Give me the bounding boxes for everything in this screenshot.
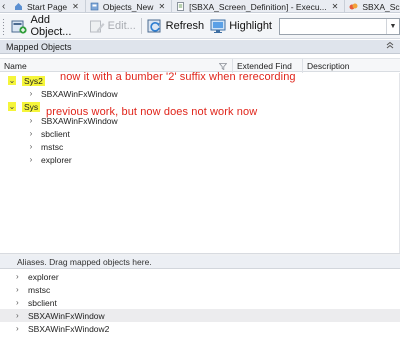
tab-screen-definition-execution[interactable]: [SBXA_Screen_Definition] - Execu... ✕ (172, 0, 346, 12)
alias-item-explorer[interactable]: › explorer (0, 270, 400, 283)
chevron-left-icon[interactable]: ‹ (2, 1, 5, 12)
add-object-button[interactable]: Add Object... (8, 14, 85, 38)
column-header-description[interactable]: Description (303, 59, 400, 73)
chevron-right-icon[interactable]: › (16, 298, 24, 307)
tree-node-label: explorer (41, 154, 72, 165)
close-icon[interactable]: ✕ (332, 2, 339, 11)
alias-item-label: SBXAWinFxWindow (28, 310, 105, 321)
chevron-down-icon[interactable]: ▼ (386, 18, 399, 34)
add-object-icon (11, 18, 28, 34)
tab-screen-definition[interactable]: SBXA_Screen_Defi (345, 0, 400, 12)
filter-icon[interactable] (218, 62, 228, 71)
tree-node-explorer[interactable]: › explorer (27, 153, 72, 166)
panel-title: Mapped Objects (6, 41, 72, 52)
tree-node-label: Sys2 (22, 75, 45, 86)
edit-icon (89, 18, 105, 34)
refresh-label: Refresh (165, 20, 205, 32)
alias-item-mstsc[interactable]: › mstsc (0, 283, 400, 296)
aliases-header: Aliases. Drag mapped objects here. (0, 256, 400, 269)
chevron-right-icon[interactable]: › (27, 142, 35, 151)
tab-objects-new[interactable]: Objects_New ✕ (86, 0, 173, 12)
tree-node-label: SBXAWinFxWindow (41, 88, 118, 99)
tree-node-sys2-sbxawinfxwindow[interactable]: › SBXAWinFxWindow (27, 87, 118, 100)
alias-item-sbxawinfxwindow[interactable]: › SBXAWinFxWindow (0, 309, 400, 322)
close-icon[interactable]: ✕ (158, 2, 165, 11)
tree-node-sys[interactable]: ⌄ Sys (8, 100, 41, 113)
highlight-button[interactable]: Highlight (207, 16, 275, 36)
tree-node-label: sbclient (41, 128, 70, 139)
column-extended-find-label: Extended Find (237, 61, 292, 71)
tree-node-mstsc[interactable]: › mstsc (27, 140, 64, 153)
toolbar-separator (140, 18, 142, 34)
mapped-objects-grid-header: Name Extended Find Description (0, 58, 400, 73)
column-description-label: Description (307, 61, 350, 71)
chevron-right-icon[interactable]: › (27, 129, 35, 138)
alias-item-sbxawinfxwindow2[interactable]: › SBXAWinFxWindow2 (0, 322, 400, 335)
column-name-label: Name (4, 61, 27, 71)
highlight-label: Highlight (229, 20, 272, 32)
home-icon (14, 2, 23, 11)
collapse-icon[interactable] (386, 41, 394, 51)
chevron-right-icon[interactable]: › (27, 155, 35, 164)
document-tab-bar: ‹ Start Page ✕ Objects_New ✕ [SBXA_Scree… (0, 0, 400, 13)
chevron-right-icon[interactable]: › (16, 324, 24, 333)
expand-down-icon[interactable]: ⌄ (8, 76, 16, 85)
document-icon (176, 2, 185, 11)
chevron-right-icon[interactable]: › (27, 116, 35, 125)
mapping-toolbar: Add Object... Edit... Refresh Highlight … (0, 14, 400, 39)
aliases-list: › explorer › mstsc › sbclient › SBXAWinF… (0, 270, 400, 346)
annotation-previous-work-note: previous work, but now does not work now (46, 106, 258, 118)
alias-item-label: mstsc (28, 284, 51, 295)
alias-item-label: SBXAWinFxWindow2 (28, 323, 110, 334)
tab-label: SBXA_Screen_Defi (362, 1, 400, 12)
tree-node-label: mstsc (41, 141, 64, 152)
tree-node-label: Sys (22, 101, 41, 112)
tree-node-sbclient[interactable]: › sbclient (27, 127, 70, 140)
toolbar-grip[interactable] (2, 17, 6, 35)
expand-down-icon[interactable]: ⌄ (8, 102, 16, 111)
close-icon[interactable]: ✕ (72, 2, 79, 11)
aliases-header-label: Aliases. Drag mapped objects here. (17, 257, 152, 267)
mapped-objects-tree: ⌄ Sys2 › SBXAWinFxWindow ⌄ Sys › SBXAWin… (0, 71, 400, 253)
alias-item-label: sbclient (28, 297, 57, 308)
objects-icon (90, 2, 99, 11)
alias-item-label: explorer (28, 271, 59, 282)
tree-node-sys2[interactable]: ⌄ Sys2 (8, 74, 45, 87)
annotation-rerecording-note: now it with a bumber '2' suffix when rer… (60, 71, 296, 83)
settings-icon (349, 2, 358, 11)
mapped-objects-header: Mapped Objects (0, 40, 400, 54)
edit-label: Edit... (107, 20, 136, 32)
alias-item-sbclient[interactable]: › sbclient (0, 296, 400, 309)
tab-label: Start Page (27, 1, 68, 12)
chevron-right-icon[interactable]: › (16, 285, 24, 294)
chevron-right-icon[interactable]: › (27, 89, 35, 98)
add-object-label: Add Object... (30, 14, 72, 38)
tab-start-page[interactable]: ‹ Start Page ✕ (0, 0, 86, 12)
tab-label: Objects_New (102, 1, 154, 12)
object-combo[interactable]: ▼ (279, 17, 400, 35)
highlight-icon (210, 18, 226, 34)
refresh-icon (147, 18, 163, 34)
edit-button[interactable]: Edit... (86, 16, 139, 36)
chevron-right-icon[interactable]: › (16, 311, 24, 320)
tree-scrollbar[interactable] (395, 73, 400, 253)
chevron-right-icon[interactable]: › (16, 272, 24, 281)
refresh-button[interactable]: Refresh (144, 16, 208, 36)
tab-label: [SBXA_Screen_Definition] - Execu... (189, 1, 327, 12)
